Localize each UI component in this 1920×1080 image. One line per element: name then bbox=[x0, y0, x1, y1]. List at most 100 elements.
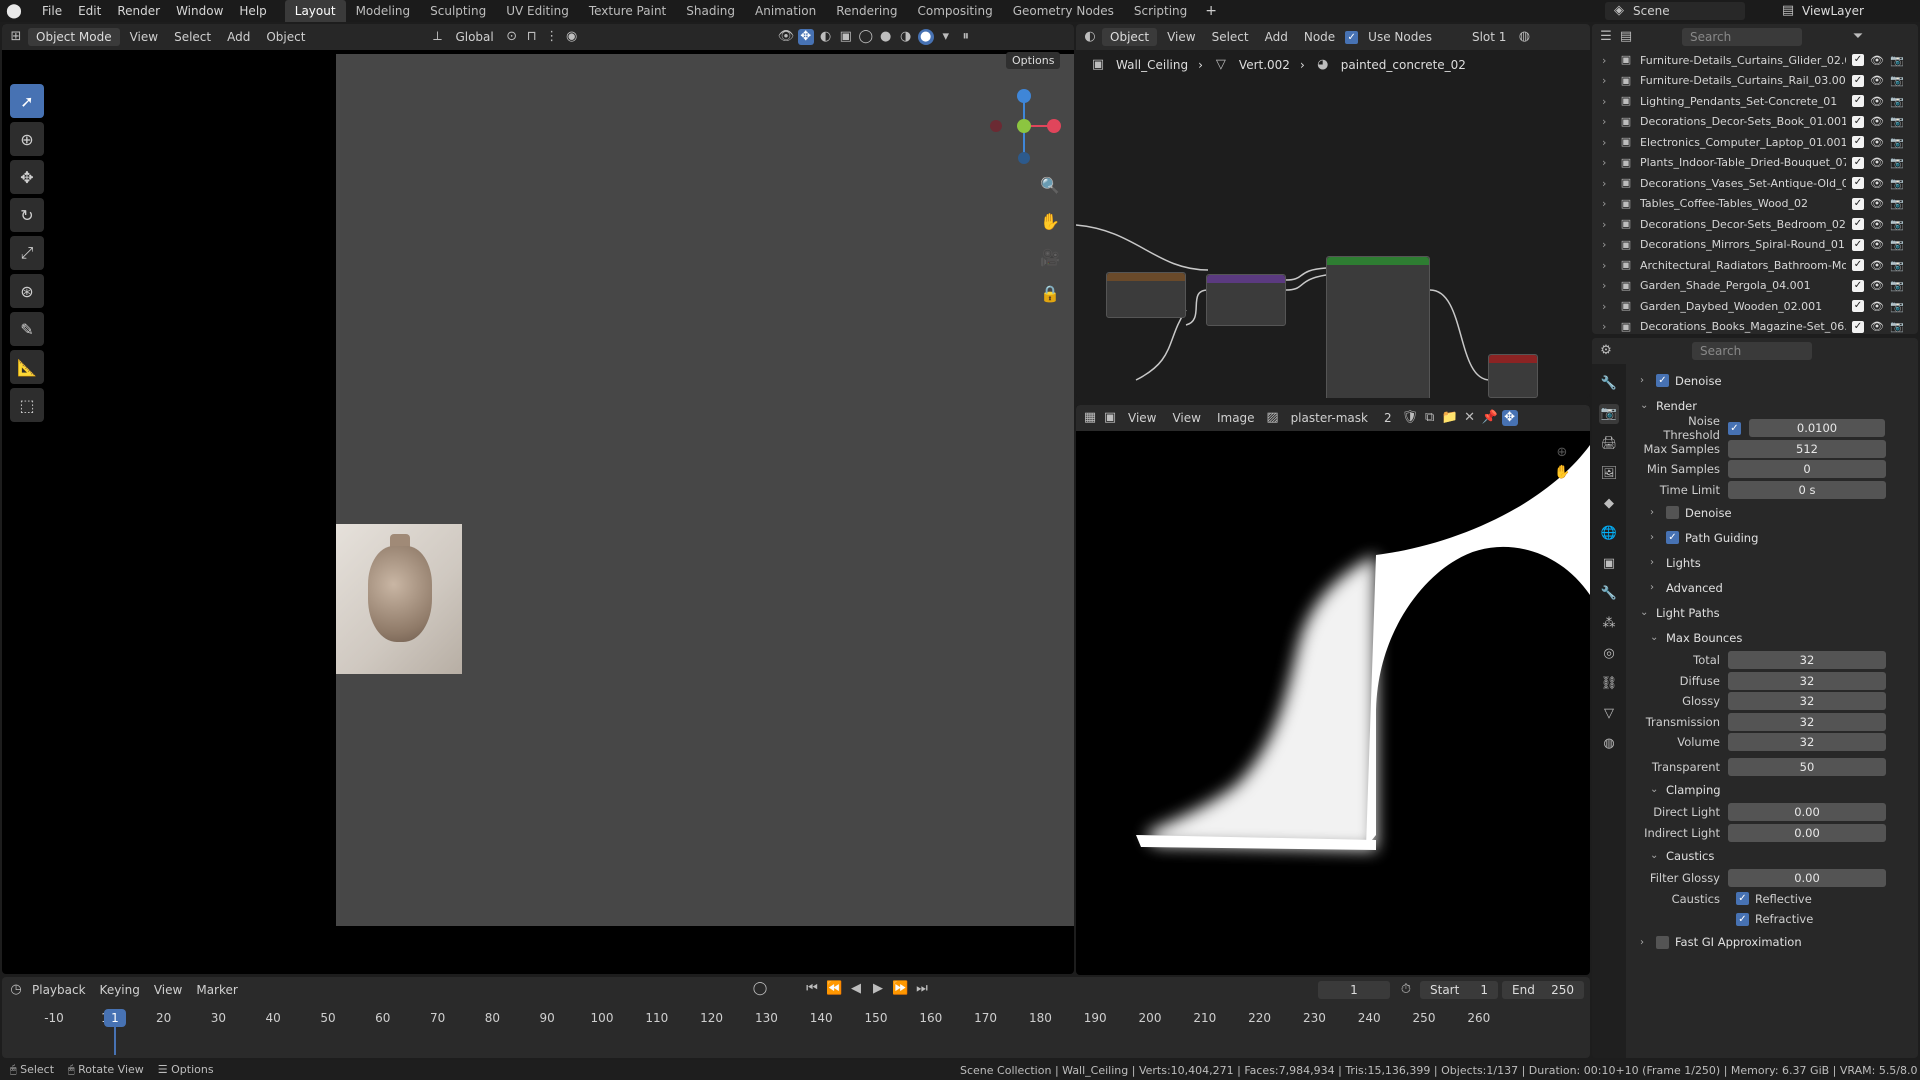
view-layer-tab-icon[interactable]: 🖼 bbox=[1599, 464, 1619, 484]
menu-help[interactable]: Help bbox=[231, 4, 274, 18]
select-box-tool-icon[interactable]: ➚ bbox=[10, 84, 44, 118]
render-camera-icon[interactable]: 📷 bbox=[1890, 136, 1904, 149]
proportional-edit-icon[interactable]: ◉ bbox=[564, 29, 580, 45]
caustics-panel[interactable]: ⌄ Caustics bbox=[1630, 843, 1916, 868]
add-workspace-button[interactable]: + bbox=[1197, 3, 1225, 19]
use-nodes-checkbox[interactable]: ✓ bbox=[1345, 30, 1359, 44]
axis-y-icon[interactable] bbox=[1017, 119, 1031, 133]
exclude-checkbox[interactable]: ✓ bbox=[1852, 115, 1864, 128]
chevron-right-icon[interactable]: › bbox=[1602, 95, 1612, 108]
render-camera-icon[interactable]: 📷 bbox=[1890, 74, 1904, 87]
material-output-node[interactable] bbox=[1488, 354, 1538, 398]
properties-type-icon[interactable]: ⚙ bbox=[1598, 343, 1614, 359]
chevron-right-icon[interactable]: › bbox=[1602, 177, 1612, 190]
rotate-tool-icon[interactable]: ↻ bbox=[10, 198, 44, 232]
outliner-item[interactable]: › ▣ Lighting_Pendants_Set-Concrete_01 ✓ 👁 📷 bbox=[1592, 91, 1918, 112]
pan-hand-icon[interactable]: ✋ bbox=[1036, 208, 1064, 236]
duplicate-image-icon[interactable]: ⧉ bbox=[1422, 410, 1438, 426]
outliner-item[interactable]: › ▣ Garden_Daybed_Wooden_02.001 ✓ 👁 📷 bbox=[1592, 296, 1918, 317]
timeline-menu-view[interactable]: View bbox=[148, 983, 188, 997]
material-tab-icon[interactable]: ◍ bbox=[1599, 734, 1619, 754]
chevron-right-icon[interactable]: › bbox=[1602, 218, 1612, 231]
eye-icon[interactable]: 👁 bbox=[1870, 259, 1884, 272]
indirect-light-field[interactable]: 0.00 bbox=[1728, 823, 1886, 842]
eye-icon[interactable]: 👁 bbox=[1870, 300, 1884, 313]
chevron-right-icon[interactable]: › bbox=[1602, 197, 1612, 210]
scene-name[interactable]: Scene bbox=[1633, 4, 1670, 18]
render-camera-icon[interactable]: 📷 bbox=[1890, 320, 1904, 333]
current-frame-field[interactable]: 1 bbox=[1318, 981, 1390, 999]
output-tab-icon[interactable]: 🖨 bbox=[1599, 434, 1619, 454]
breadcrumb-object[interactable]: Wall_Ceiling bbox=[1116, 58, 1188, 72]
pin-icon[interactable]: 📌 bbox=[1482, 410, 1498, 426]
tab-texture-paint[interactable]: Texture Paint bbox=[579, 0, 676, 22]
max-bounces-panel[interactable]: ⌄ Max Bounces bbox=[1630, 625, 1916, 650]
modifier-tab-icon[interactable]: 🔧 bbox=[1599, 584, 1619, 604]
light-paths-panel[interactable]: ⌄ Light Paths bbox=[1630, 600, 1916, 625]
render-camera-icon[interactable]: 📷 bbox=[1890, 115, 1904, 128]
outliner-item[interactable]: › ▣ Decorations_Vases_Set-Antique-Old_01 ✓ 👁… bbox=[1592, 173, 1918, 194]
blender-logo-icon[interactable]: ⬤ bbox=[6, 3, 22, 19]
move-tool-icon[interactable]: ✥ bbox=[10, 160, 44, 194]
slot-dropdown[interactable]: Slot 1 bbox=[1466, 30, 1512, 44]
bounce-field[interactable]: 32 bbox=[1728, 692, 1886, 711]
object-type-dropdown[interactable]: Object bbox=[1102, 28, 1158, 46]
tab-layout[interactable]: Layout bbox=[284, 0, 346, 22]
view-layer-selector[interactable]: ▤ ViewLayer bbox=[1780, 2, 1918, 20]
outliner-search-input[interactable]: Search bbox=[1682, 28, 1802, 46]
denoise-panel[interactable]: › Denoise bbox=[1630, 500, 1916, 525]
camera-icon[interactable]: 🎥 bbox=[1036, 244, 1064, 272]
transform-orientation-dropdown[interactable]: Global bbox=[449, 30, 499, 44]
render-camera-icon[interactable]: 📷 bbox=[1890, 279, 1904, 292]
chevron-right-icon[interactable]: › bbox=[1602, 136, 1612, 149]
tab-sculpting[interactable]: Sculpting bbox=[420, 0, 496, 22]
outliner-item-name[interactable]: Furniture-Details_Curtains_Glider_02.00 bbox=[1640, 54, 1846, 67]
material-shading-icon[interactable]: ◑ bbox=[898, 29, 914, 45]
denoise-top-panel[interactable]: › ✓ Denoise bbox=[1630, 368, 1916, 393]
timeline-menu-playback[interactable]: Playback bbox=[26, 983, 92, 997]
exclude-checkbox[interactable]: ✓ bbox=[1852, 197, 1864, 210]
image-editor-type-icon[interactable]: ▦ bbox=[1082, 410, 1098, 426]
fast-gi-panel[interactable]: › Fast GI Approximation bbox=[1630, 930, 1916, 955]
breadcrumb-material[interactable]: painted_concrete_02 bbox=[1341, 58, 1466, 72]
breadcrumb-mesh[interactable]: Vert.002 bbox=[1239, 58, 1290, 72]
image-menu-view-dropdown[interactable]: View bbox=[1122, 411, 1162, 425]
play-icon[interactable]: ▶ bbox=[870, 981, 886, 997]
outliner-item[interactable]: › ▣ Decorations_Decor-Sets_Book_01.001 ✓ 👁 📷 bbox=[1592, 112, 1918, 133]
image-mode-icon[interactable]: ▣ bbox=[1102, 410, 1118, 426]
exclude-checkbox[interactable]: ✓ bbox=[1852, 218, 1864, 231]
timeline-type-icon[interactable]: ◷ bbox=[8, 982, 24, 998]
denoise-checkbox[interactable] bbox=[1666, 506, 1679, 519]
end-frame-field[interactable]: End 250 bbox=[1502, 981, 1584, 999]
object-tab-icon[interactable]: ▣ bbox=[1599, 554, 1619, 574]
viewport-menu-view[interactable]: View bbox=[124, 30, 164, 44]
image-browse-icon[interactable]: ▨ bbox=[1265, 410, 1281, 426]
tab-compositing[interactable]: Compositing bbox=[907, 0, 1002, 22]
view-layer-name[interactable]: ViewLayer bbox=[1802, 4, 1864, 18]
outliner-item[interactable]: › ▣ Electronics_Computer_Laptop_01.001 ✓ 👁 📷 bbox=[1592, 132, 1918, 153]
outliner-item-name[interactable]: Garden_Shade_Pergola_04.001 bbox=[1640, 279, 1846, 292]
node-menu-view[interactable]: View bbox=[1161, 30, 1201, 44]
jump-start-icon[interactable]: ⏮ bbox=[804, 981, 820, 997]
fake-user-icon[interactable]: 🛡 bbox=[1402, 410, 1419, 426]
wireframe-shading-icon[interactable]: ◯ bbox=[858, 29, 874, 45]
direct-light-field[interactable]: 0.00 bbox=[1728, 803, 1886, 822]
principled-bsdf-node[interactable] bbox=[1326, 256, 1430, 398]
gizmo-icon[interactable]: ✥ bbox=[797, 29, 814, 45]
exclude-checkbox[interactable]: ✓ bbox=[1852, 74, 1864, 87]
properties-editor[interactable]: ⚙ Search 🔧 📷 🖨 🖼 ◆ 🌐 ▣ 🔧 ⁂ ◎ ⛓ ▽ ◍ › ✓ D… bbox=[1592, 338, 1918, 1058]
scene-selector[interactable]: ◈ Scene bbox=[1605, 2, 1745, 20]
eye-icon[interactable]: 👁 bbox=[1870, 238, 1884, 251]
viewport-menu-add[interactable]: Add bbox=[221, 30, 256, 44]
tab-shading[interactable]: Shading bbox=[676, 0, 745, 22]
outliner-item[interactable]: › ▣ Architectural_Radiators_Bathroom-Mode ✓… bbox=[1592, 255, 1918, 276]
outliner-item-name[interactable]: Lighting_Pendants_Set-Concrete_01 bbox=[1640, 95, 1846, 108]
clamping-panel[interactable]: ⌄ Clamping bbox=[1630, 777, 1916, 802]
texture-node[interactable] bbox=[1106, 272, 1186, 318]
chevron-right-icon[interactable]: › bbox=[1602, 156, 1612, 169]
outliner-item-name[interactable]: Furniture-Details_Curtains_Rail_03.001 bbox=[1640, 74, 1846, 87]
pivot-icon[interactable]: ⊙ bbox=[504, 29, 520, 45]
timeline[interactable]: ◷ Playback Keying View Marker ◯ ⏮ ⏪ ◀ ▶ … bbox=[2, 977, 1590, 1058]
lights-panel[interactable]: › Lights bbox=[1630, 550, 1916, 575]
transform-tool-icon[interactable]: ⊛ bbox=[10, 274, 44, 308]
